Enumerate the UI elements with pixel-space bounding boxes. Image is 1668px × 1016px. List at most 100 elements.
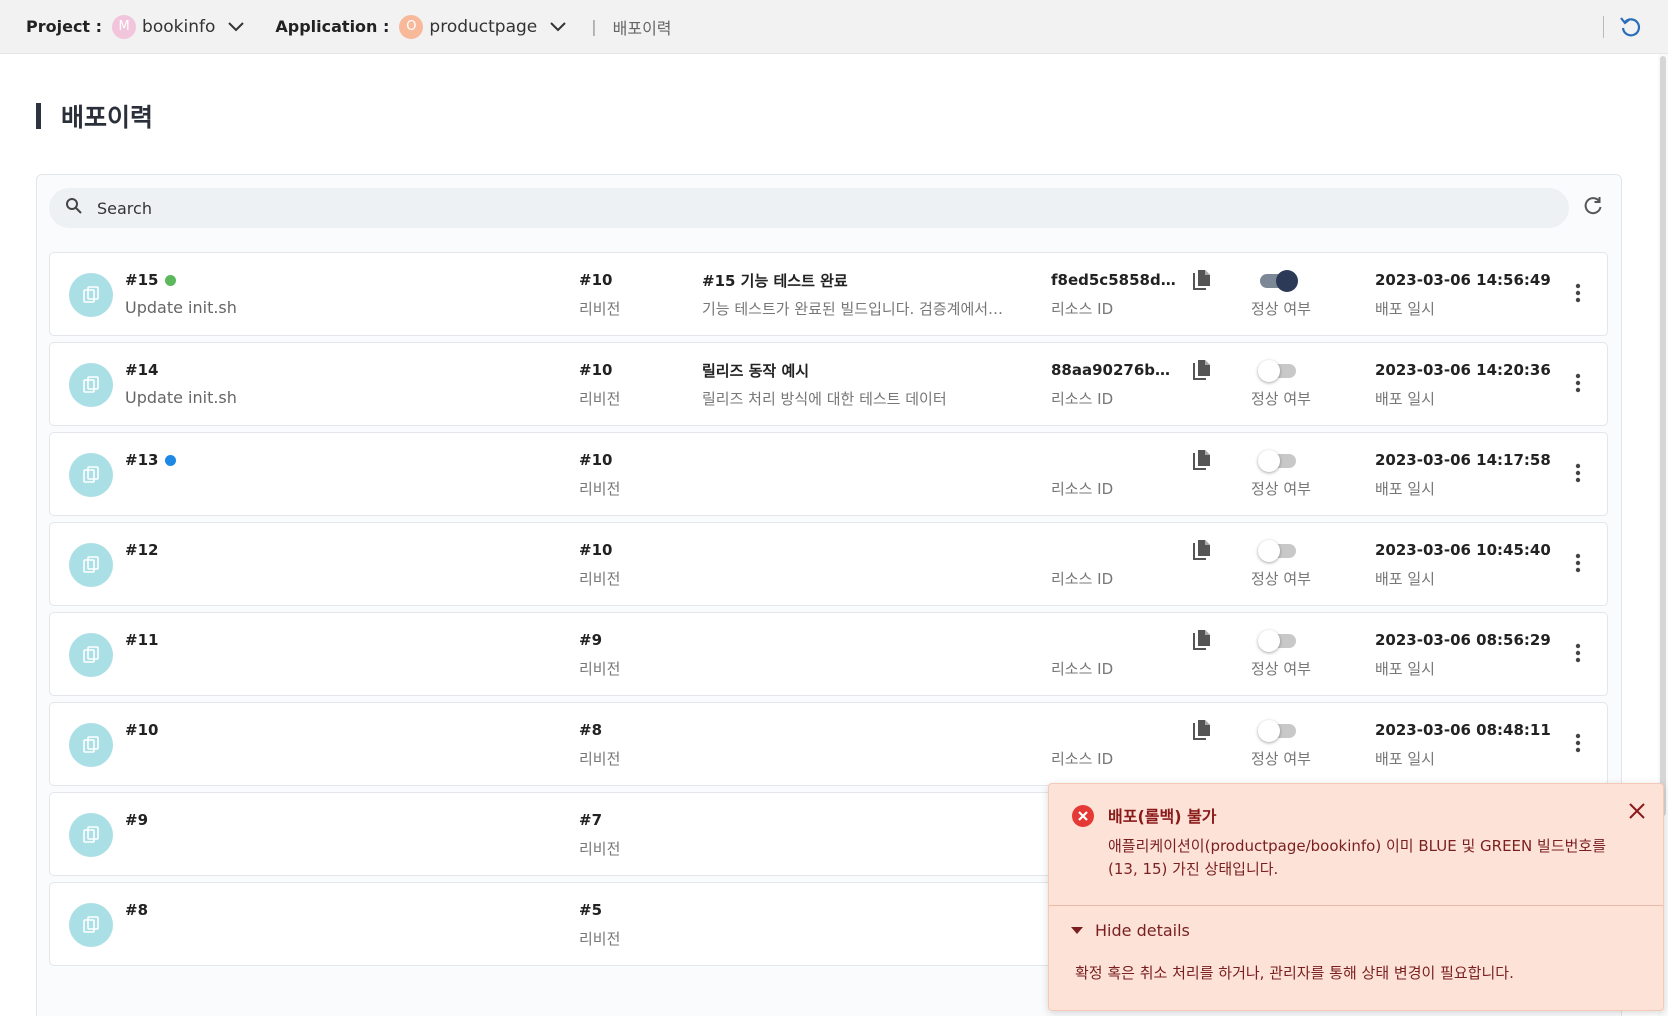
resource-id-label: 리소스 ID [1051,390,1114,408]
more-options-icon[interactable] [1575,373,1583,397]
project-dropdown-icon[interactable] [227,21,245,33]
status-toggle[interactable] [1258,630,1296,652]
close-icon[interactable] [1627,801,1647,825]
deploy-date: 2023-03-06 08:48:11 [1375,721,1551,739]
build-number-wrap: #9 [125,811,148,829]
divider [1603,16,1604,38]
toast-details: 확정 혹은 취소 처리를 하거나, 관리자를 통해 상태 변경이 필요합니다. [1075,964,1514,982]
top-bar: Project : M bookinfo Application : O pro… [0,0,1668,54]
resource-id-label: 리소스 ID [1051,750,1114,768]
search-bar [49,188,1569,228]
deployment-row[interactable]: #15 Update init.sh #10 리비전 #15 기능 테스트 완료 기능 테… [49,252,1608,336]
status-label: 정상 여부 [1251,390,1311,408]
build-number: #12 [125,541,159,559]
deployment-row[interactable]: #13 #10 리비전 리소스 ID 정상 여부 2023-03-06 14:17:58 배… [49,432,1608,516]
build-number-wrap: #15 [125,271,177,289]
build-number-wrap: #11 [125,631,158,649]
search-icon [65,197,83,219]
undo-icon[interactable] [1618,13,1644,43]
copy-icon[interactable] [1190,718,1212,746]
resource-id-label: 리소스 ID [1051,660,1114,678]
project-value[interactable]: bookinfo [142,17,215,37]
build-icon [69,363,113,407]
more-options-icon[interactable] [1575,643,1583,667]
caret-down-icon [1071,926,1083,934]
revision-value: #10 [579,361,613,379]
deploy-date-label: 배포 일시 [1375,750,1435,768]
deploy-date: 2023-03-06 14:20:36 [1375,361,1551,379]
status-toggle[interactable] [1260,270,1298,292]
build-number-wrap: #14 [125,361,158,379]
deploy-date-label: 배포 일시 [1375,660,1435,678]
build-number: #15 [125,271,159,289]
breadcrumb: 배포이력 [612,18,672,38]
status-label: 정상 여부 [1251,570,1311,588]
status-toggle[interactable] [1258,450,1296,472]
more-options-icon[interactable] [1575,553,1583,577]
build-number-wrap: #8 [125,901,148,919]
status-toggle[interactable] [1258,360,1296,382]
copy-icon[interactable] [1190,628,1212,656]
revision-value: #5 [579,901,603,919]
copy-icon[interactable] [1190,448,1212,476]
deploy-title: #15 기능 테스트 완료 [702,272,848,290]
more-options-icon[interactable] [1575,463,1583,487]
deployment-row[interactable]: #12 #10 리비전 리소스 ID 정상 여부 2023-03-06 10:45:40 배… [49,522,1608,606]
deployment-row[interactable]: #10 #8 리비전 리소스 ID 정상 여부 2023-03-06 08:48:11 배포… [49,702,1608,786]
status-label: 정상 여부 [1251,300,1311,318]
deployment-row[interactable]: #11 #9 리비전 리소스 ID 정상 여부 2023-03-06 08:56:29 배포… [49,612,1608,696]
hide-details-button[interactable]: Hide details [1071,921,1190,940]
build-number: #8 [125,901,149,919]
revision-label: 리비전 [579,300,621,318]
breadcrumb-separator: | [591,17,597,36]
deploy-date: 2023-03-06 14:56:49 [1375,271,1551,289]
deploy-date: 2023-03-06 14:17:58 [1375,451,1551,469]
more-options-icon[interactable] [1575,283,1583,307]
revision-value: #7 [579,811,603,829]
deploy-date: 2023-03-06 10:45:40 [1375,541,1551,559]
build-icon [69,453,113,497]
revision-value: #10 [579,271,613,289]
revision-value: #9 [579,631,603,649]
resource-id-value: 88aa90276b2f0c51 [1051,361,1179,379]
deploy-description: 기능 테스트가 완료된 빌드입니다. 검증계에서 배포 준비중입니다. [702,300,1007,318]
copy-icon[interactable] [1190,358,1212,386]
build-number-wrap: #12 [125,541,158,559]
status-label: 정상 여부 [1251,660,1311,678]
build-number: #14 [125,361,159,379]
toast-title: 배포(롤백) 불가 [1108,807,1217,826]
build-icon [69,903,113,947]
status-toggle[interactable] [1258,720,1296,742]
build-icon [69,543,113,587]
application-dropdown-icon[interactable] [549,21,567,33]
deployment-row[interactable]: #14 Update init.sh #10 리비전 릴리즈 동작 예시 릴리즈 처리 방… [49,342,1608,426]
project-badge: M [112,14,137,39]
application-label: Application : [275,17,390,36]
deploy-date-label: 배포 일시 [1375,480,1435,498]
status-label: 정상 여부 [1251,480,1311,498]
revision-value: #8 [579,721,603,739]
copy-icon[interactable] [1190,538,1212,566]
project-label: Project : [26,17,103,36]
resource-id-label: 리소스 ID [1051,300,1114,318]
search-input[interactable] [97,198,1497,218]
application-value[interactable]: productpage [429,17,537,37]
copy-icon[interactable] [1190,268,1212,296]
refresh-icon[interactable] [1582,195,1604,221]
deploy-date-label: 배포 일시 [1375,300,1435,318]
build-number-wrap: #13 [125,451,177,469]
build-number: #10 [125,721,159,739]
revision-label: 리비전 [579,660,621,678]
status-dot [165,274,177,286]
build-icon [69,723,113,767]
toast-message: 애플리케이션이(productpage/bookinfo) 이미 BLUE 및 … [1108,837,1607,878]
toast-divider [1049,905,1663,906]
status-label: 정상 여부 [1251,750,1311,768]
deploy-description: 릴리즈 처리 방식에 대한 테스트 데이터 [702,390,947,408]
more-options-icon[interactable] [1575,733,1583,757]
revision-value: #10 [579,541,613,559]
build-number: #9 [125,811,149,829]
hide-details-label: Hide details [1095,921,1190,940]
revision-value: #10 [579,451,613,469]
status-toggle[interactable] [1258,540,1296,562]
